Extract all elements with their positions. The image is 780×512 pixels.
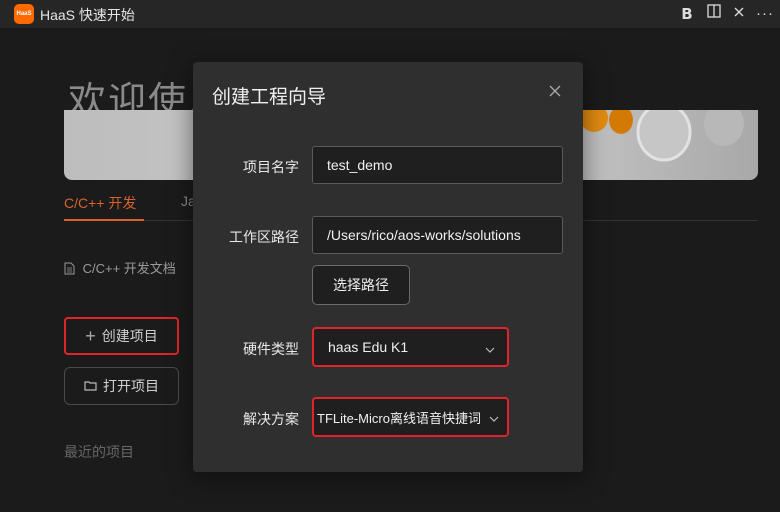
chevron-down-icon <box>489 412 499 422</box>
hardware-type-value: haas Edu K1 <box>328 339 409 355</box>
tab-cpp[interactable]: C/C++ 开发 <box>64 193 136 213</box>
project-name-label: 项目名字 <box>243 159 299 175</box>
workspace-path-input[interactable] <box>312 216 563 254</box>
doc-link[interactable]: C/C++ 开发文档 <box>64 258 176 277</box>
create-project-button[interactable]: + 创建项目 <box>64 317 179 355</box>
close-icon[interactable] <box>728 3 750 25</box>
create-project-label: 创建项目 <box>101 328 158 344</box>
open-project-label: 打开项目 <box>103 378 159 394</box>
workspace-path-label: 工作区路径 <box>229 229 299 245</box>
app-title: HaaS 快速开始 <box>40 7 135 23</box>
bold-icon[interactable]: B <box>676 3 698 25</box>
folder-icon <box>84 378 97 394</box>
app-logo: HaaS <box>14 4 34 24</box>
split-view-icon[interactable] <box>703 3 725 25</box>
browse-path-button[interactable]: 选择路径 <box>312 265 410 305</box>
plus-icon: + <box>85 325 96 346</box>
dialog-title: 创建工程向导 <box>212 87 327 108</box>
dialog-close-icon[interactable] <box>545 84 565 102</box>
more-icon[interactable]: ··· <box>754 3 776 25</box>
document-icon <box>64 261 83 276</box>
open-project-button[interactable]: 打开项目 <box>64 367 179 405</box>
hardware-type-select[interactable]: haas Edu K1 <box>312 327 509 367</box>
solution-select[interactable]: TFLite-Micro离线语音快捷词 <box>312 397 509 437</box>
hardware-type-label: 硬件类型 <box>243 341 299 357</box>
doc-link-label: C/C++ 开发文档 <box>82 261 176 276</box>
recent-projects-label: 最近的项目 <box>64 444 134 460</box>
chevron-down-icon <box>485 342 495 353</box>
active-tab-indicator <box>64 219 144 221</box>
project-name-input[interactable] <box>312 146 563 184</box>
solution-label: 解决方案 <box>243 411 299 427</box>
solution-value: TFLite-Micro离线语音快捷词 <box>317 410 481 426</box>
